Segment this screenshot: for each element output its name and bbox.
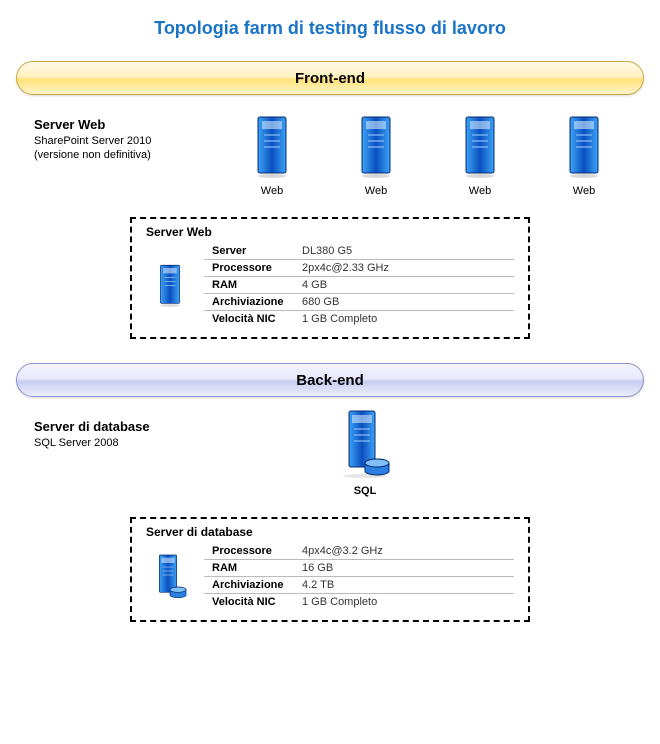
table-row: Archiviazione4.2 TB (204, 577, 514, 594)
spec-key: RAM (204, 277, 294, 294)
table-row: RAM16 GB (204, 560, 514, 577)
frontend-bar-label: Front-end (295, 70, 365, 87)
spec-key: Velocità NIC (204, 594, 294, 611)
server-tower-icon (562, 113, 606, 179)
backend-spec-table: Processore4px4c@3.2 GHz RAM16 GB Archivi… (204, 543, 514, 610)
server-tower-icon (458, 113, 502, 179)
web-server-3-label: Web (469, 185, 491, 197)
table-row: Processore4px4c@3.2 GHz (204, 543, 514, 560)
spec-val: DL380 G5 (294, 243, 514, 260)
spec-key: Archiviazione (204, 294, 294, 311)
sql-server: SQL (320, 409, 410, 497)
backend-servers: SQL (220, 409, 510, 497)
table-row: Velocità NIC1 GB Completo (204, 594, 514, 611)
spec-val: 2px4c@2.33 GHz (294, 260, 514, 277)
web-server-3: Web (435, 113, 525, 197)
web-server-2: Web (331, 113, 421, 197)
backend-bar: Back-end (16, 363, 644, 397)
backend-bar-label: Back-end (296, 372, 364, 389)
frontend-sub2: (versione non definitiva) (34, 148, 220, 162)
spec-key: Archiviazione (204, 577, 294, 594)
server-tower-icon (354, 113, 398, 179)
spec-val: 4.2 TB (294, 577, 514, 594)
server-tower-icon (250, 113, 294, 179)
spec-key: RAM (204, 560, 294, 577)
page-title: Topologia farm di testing flusso di lavo… (10, 18, 650, 39)
frontend-spec-title: Server Web (146, 225, 514, 239)
backend-sub1: SQL Server 2008 (34, 436, 220, 450)
spec-val: 4px4c@3.2 GHz (294, 543, 514, 560)
table-row: Processore2px4c@2.33 GHz (204, 260, 514, 277)
table-row: RAM4 GB (204, 277, 514, 294)
table-row: Archiviazione680 GB (204, 294, 514, 311)
frontend-left: Server Web SharePoint Server 2010 (versi… (10, 113, 220, 197)
frontend-sub1: SharePoint Server 2010 (34, 134, 220, 148)
web-server-4: Web (539, 113, 629, 197)
table-row: ServerDL380 G5 (204, 243, 514, 260)
spec-val: 4 GB (294, 277, 514, 294)
frontend-spec-table: ServerDL380 G5 Processore2px4c@2.33 GHz … (204, 243, 514, 327)
backend-heading: Server di database (34, 419, 220, 434)
spec-val: 1 GB Completo (294, 311, 514, 328)
backend-spec-title: Server di database (146, 525, 514, 539)
spec-key: Processore (204, 543, 294, 560)
web-server-1-label: Web (261, 185, 283, 197)
spec-key: Processore (204, 260, 294, 277)
table-row: Velocità NIC1 GB Completo (204, 311, 514, 328)
frontend-servers: Web Web Web (220, 113, 650, 197)
frontend-spec-icon (146, 262, 194, 308)
spec-val: 1 GB Completo (294, 594, 514, 611)
backend-row: Server di database SQL Server 2008 SQL (10, 415, 650, 497)
backend-spec-icon (146, 553, 194, 601)
spec-key: Server (204, 243, 294, 260)
frontend-row: Server Web SharePoint Server 2010 (versi… (10, 113, 650, 197)
frontend-heading: Server Web (34, 117, 220, 132)
spec-val: 680 GB (294, 294, 514, 311)
spec-key: Velocità NIC (204, 311, 294, 328)
web-server-4-label: Web (573, 185, 595, 197)
server-db-icon (335, 409, 395, 479)
sql-server-label: SQL (354, 485, 377, 497)
frontend-bar: Front-end (16, 61, 644, 95)
server-db-icon (150, 553, 190, 601)
backend-left: Server di database SQL Server 2008 (10, 415, 220, 497)
spec-val: 16 GB (294, 560, 514, 577)
web-server-1: Web (227, 113, 317, 197)
web-server-2-label: Web (365, 185, 387, 197)
server-tower-icon (155, 262, 185, 308)
frontend-spec-box: Server Web ServerDL380 G5 Processore2px4… (130, 217, 530, 339)
backend-spec-box: Server di database Processore4px4c@3.2 G… (130, 517, 530, 622)
